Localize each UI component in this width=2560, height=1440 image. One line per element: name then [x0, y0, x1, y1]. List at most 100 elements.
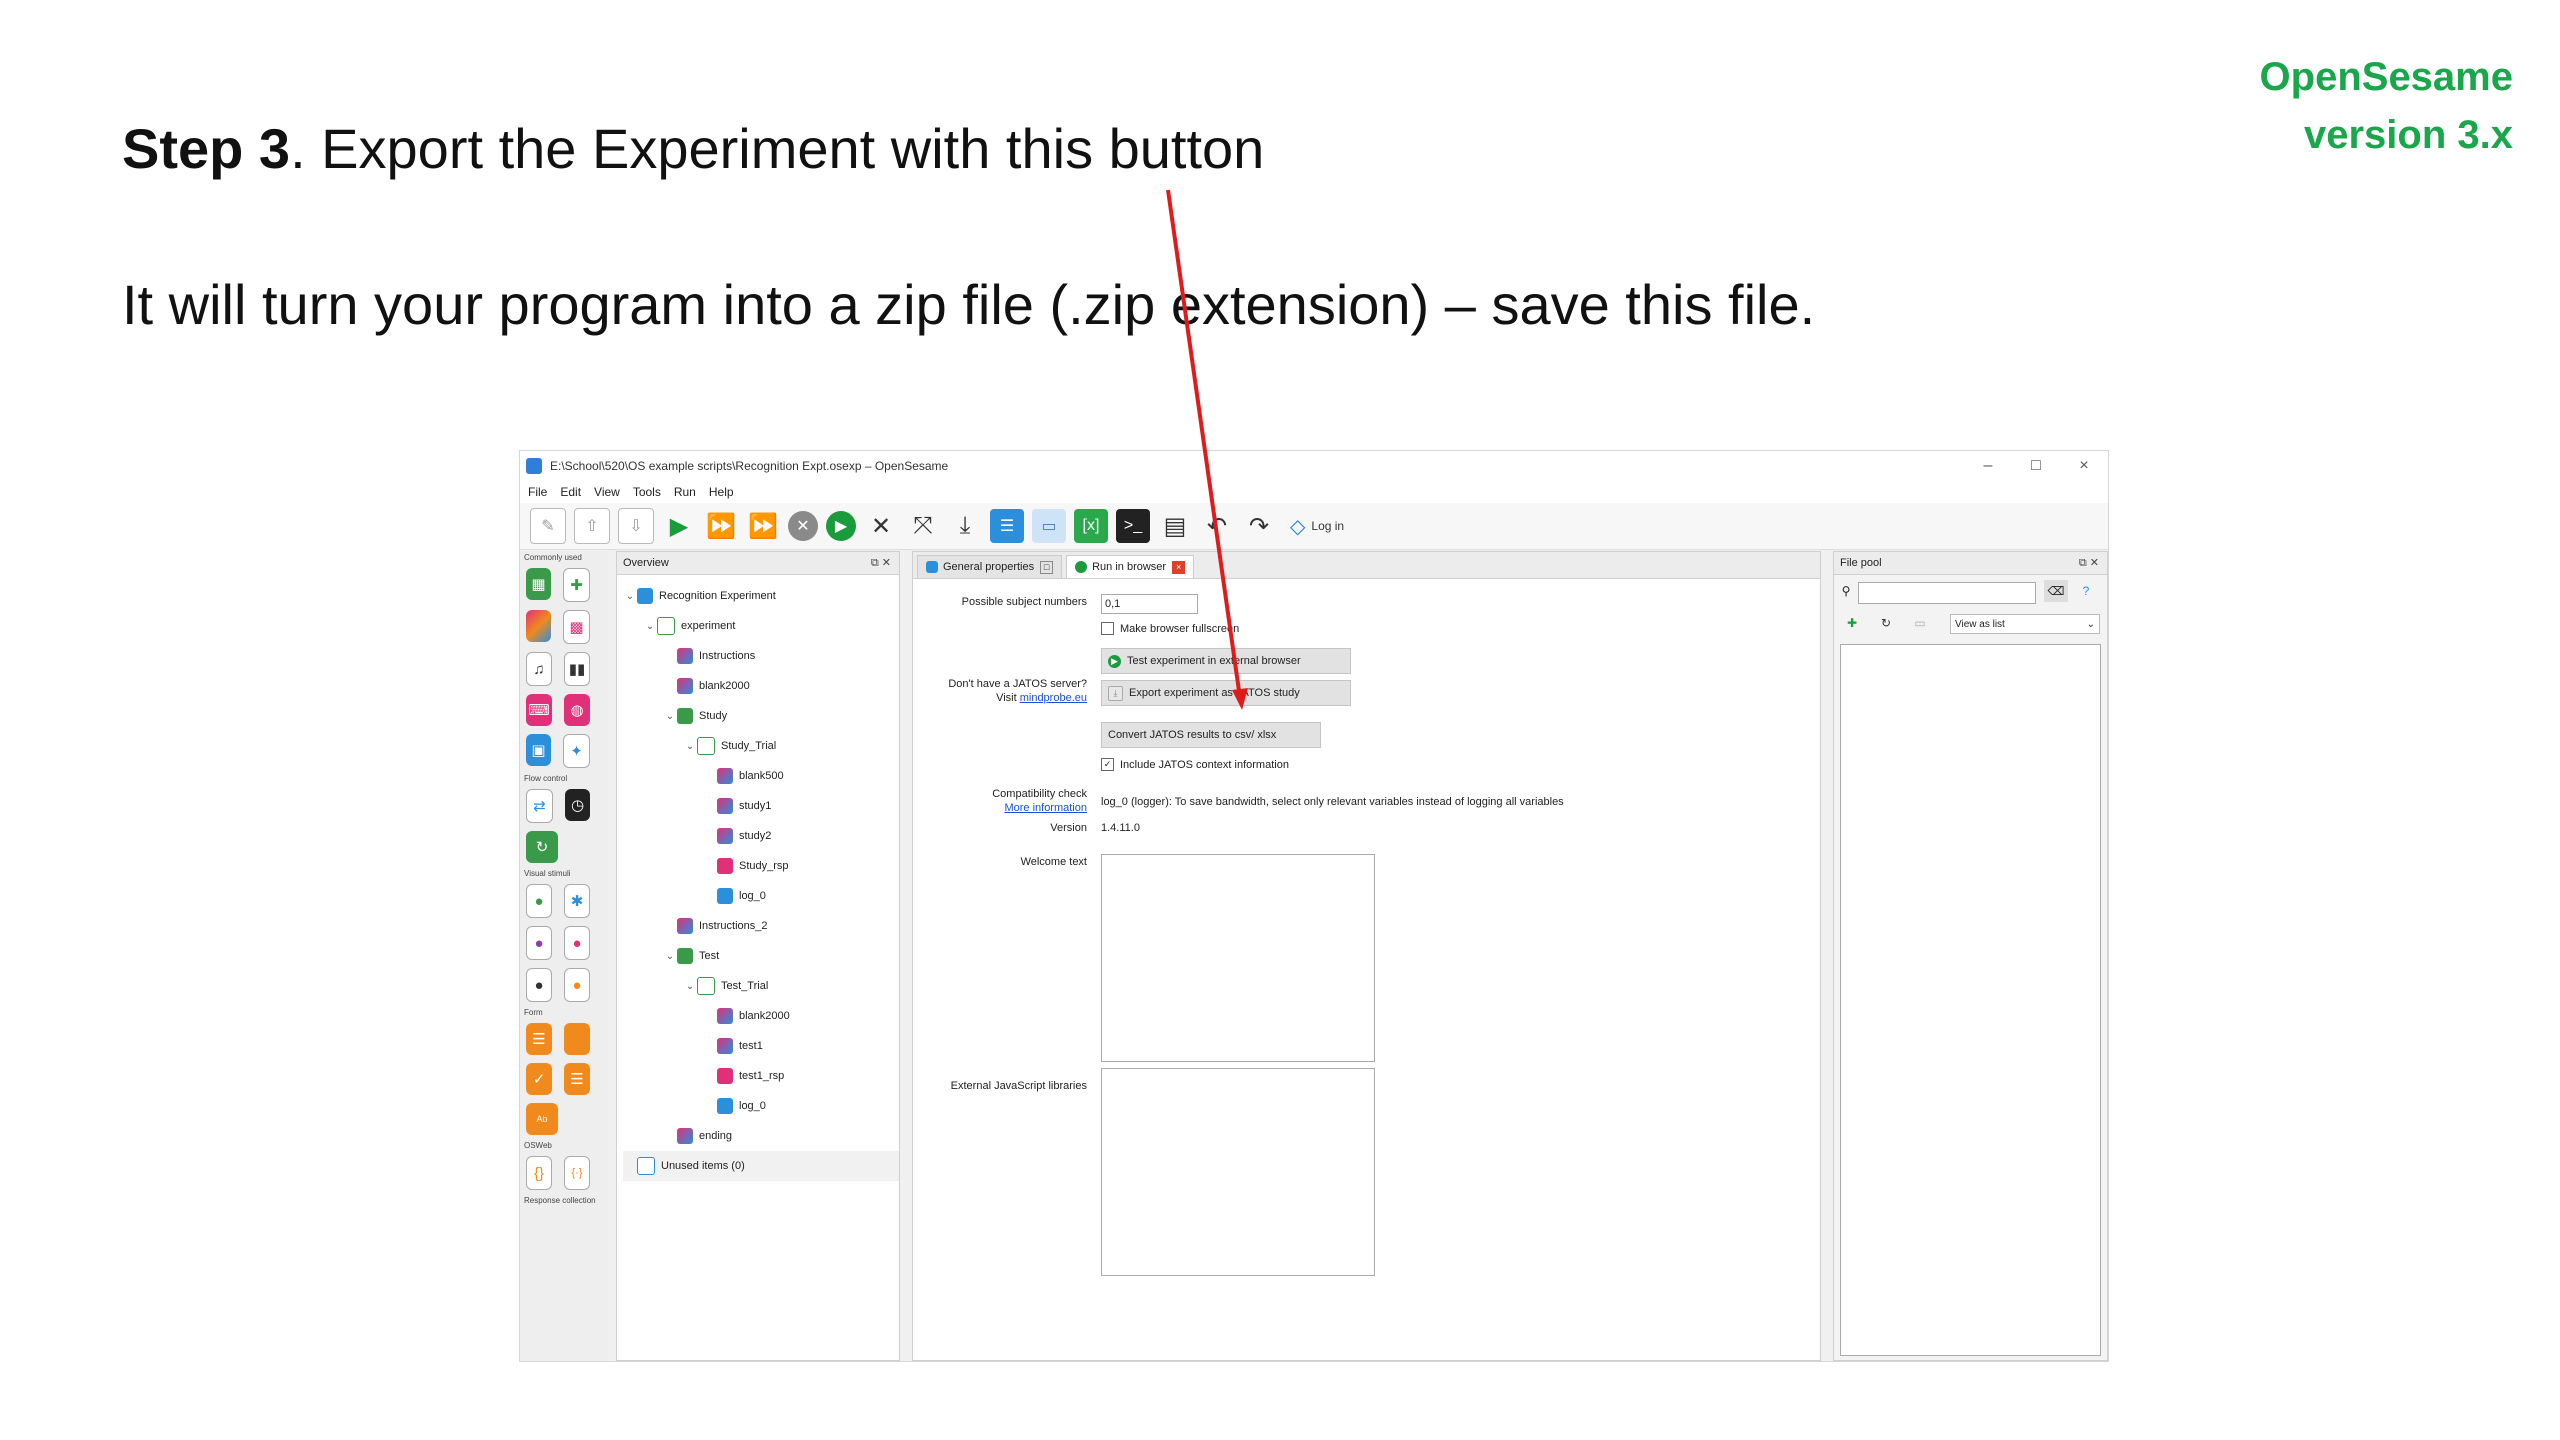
debug-icon[interactable]: ▤: [1158, 509, 1192, 543]
fullscreen-icon[interactable]: ⤧: [906, 509, 940, 543]
synth-icon[interactable]: ▮▮: [564, 652, 590, 686]
tree-item[interactable]: log_0: [623, 1091, 899, 1121]
loop-icon[interactable]: ▦: [526, 568, 551, 600]
stop-icon[interactable]: ✕: [788, 511, 818, 541]
dock-section-visual: Visual stimuli: [524, 869, 571, 878]
feedback-icon[interactable]: ▩: [563, 610, 590, 644]
tab-run-in-browser[interactable]: Run in browser ×: [1066, 555, 1195, 578]
pygaze-start-icon[interactable]: ●: [526, 926, 552, 960]
close-tab-icon[interactable]: □: [1040, 560, 1054, 574]
run-quick-icon[interactable]: ⏩: [746, 509, 780, 543]
minimize-button[interactable]: –: [1964, 451, 2012, 481]
pygaze-log-icon[interactable]: ●: [526, 968, 552, 1002]
form-consent-icon[interactable]: [564, 1023, 590, 1055]
pygaze-drift-icon[interactable]: ✱: [564, 884, 590, 918]
menu-edit[interactable]: Edit: [560, 485, 581, 499]
tree-item[interactable]: log_0: [623, 881, 899, 911]
tree-item[interactable]: blank2000: [623, 1001, 899, 1031]
run-icon[interactable]: ▶: [662, 509, 696, 543]
panel-controls-icon[interactable]: ⧉ ✕: [871, 556, 899, 570]
subject-numbers-input[interactable]: 0,1: [1101, 594, 1198, 614]
tree-item[interactable]: Unused items (0): [623, 1151, 899, 1181]
tree-item[interactable]: Instructions_2: [623, 911, 899, 941]
menu-tools[interactable]: Tools: [633, 485, 661, 499]
folder-icon[interactable]: ▭: [1032, 509, 1066, 543]
include-jatos-checkbox[interactable]: ✓ Include JATOS context information: [1101, 758, 1289, 771]
tree-item[interactable]: ⌄ experiment: [623, 611, 899, 641]
open-icon[interactable]: ⇧: [574, 508, 610, 544]
coroutines-icon[interactable]: ⇄: [526, 789, 553, 823]
sampler-icon[interactable]: ♫: [526, 652, 552, 686]
form-text-display-icon[interactable]: ☰: [564, 1063, 590, 1095]
sketchpad-icon[interactable]: [526, 610, 551, 642]
tree-item[interactable]: Study_rsp: [623, 851, 899, 881]
tree-item[interactable]: Instructions: [623, 641, 899, 671]
more-info-link[interactable]: More information: [913, 802, 1087, 814]
welcome-text-area[interactable]: [1101, 854, 1375, 1062]
tree-item[interactable]: ending: [623, 1121, 899, 1151]
file-pool-search-input[interactable]: [1858, 582, 2036, 604]
pygaze-stop-icon[interactable]: ●: [564, 926, 590, 960]
add-file-icon[interactable]: ✚: [1840, 612, 1864, 634]
variables-icon[interactable]: [x]: [1074, 509, 1108, 543]
console-icon[interactable]: >_: [1116, 509, 1150, 543]
export-jatos-button[interactable]: ⤓ Export experiment as JATOS study: [1101, 680, 1351, 706]
tree-item[interactable]: study1: [623, 791, 899, 821]
pygaze-init-icon[interactable]: ●: [526, 884, 552, 918]
close-all-icon[interactable]: ✕: [864, 509, 898, 543]
tree-item[interactable]: blank2000: [623, 671, 899, 701]
clock-icon[interactable]: ◷: [565, 789, 590, 821]
tree-item[interactable]: test1_rsp: [623, 1061, 899, 1091]
save-icon[interactable]: ⇩: [618, 508, 654, 544]
view-as-select[interactable]: View as list ⌄: [1950, 614, 2100, 634]
overview-icon[interactable]: ☰: [990, 509, 1024, 543]
tree-item[interactable]: ⌄ Study: [623, 701, 899, 731]
logger-icon[interactable]: ▣: [526, 734, 551, 766]
convert-results-button[interactable]: Convert JATOS results to csv/ xlsx: [1101, 722, 1321, 748]
redo-icon[interactable]: ↷: [1242, 509, 1276, 543]
keyboard-response-icon[interactable]: ⌨: [526, 694, 552, 726]
tree-item[interactable]: blank500: [623, 761, 899, 791]
maximize-button[interactable]: □: [2012, 451, 2060, 481]
form-multiple-choice-icon[interactable]: ✓: [526, 1063, 552, 1095]
tree-item[interactable]: ⌄ Recognition Experiment: [623, 581, 899, 611]
panel-controls-icon[interactable]: ⧉ ✕: [2079, 556, 2107, 570]
file-list[interactable]: [1840, 644, 2101, 1356]
external-js-area[interactable]: [1101, 1068, 1375, 1276]
menu-view[interactable]: View: [594, 485, 620, 499]
inline-script-icon[interactable]: ✦: [563, 734, 590, 768]
mouse-response-icon[interactable]: ◍: [564, 694, 590, 726]
repeat-cycle-icon[interactable]: ↻: [526, 831, 558, 863]
tree-item[interactable]: ⌄ Study_Trial: [623, 731, 899, 761]
tree-item[interactable]: ⌄ Test: [623, 941, 899, 971]
resume-icon[interactable]: ▶: [826, 511, 856, 541]
pygaze-wait-icon[interactable]: ●: [564, 968, 590, 1002]
fullscreen-checkbox[interactable]: Make browser fullscreen: [1101, 622, 1239, 635]
mindprobe-link[interactable]: mindprobe.eu: [1020, 692, 1087, 704]
refresh-icon[interactable]: ↻: [1874, 612, 1898, 634]
folder-icon[interactable]: ▭: [1908, 612, 1932, 634]
sequence-icon[interactable]: ✚: [563, 568, 590, 602]
new-file-icon[interactable]: ✎: [530, 508, 566, 544]
export-icon[interactable]: ⤓: [948, 509, 982, 543]
login-button[interactable]: ◇ Log in: [1290, 514, 1344, 539]
menu-run[interactable]: Run: [674, 485, 696, 499]
clear-search-icon[interactable]: ⌫: [2044, 580, 2068, 602]
tree-item[interactable]: test1: [623, 1031, 899, 1061]
form-text-input-icon[interactable]: Ab: [526, 1103, 558, 1135]
inline-html-icon[interactable]: {·}: [564, 1156, 590, 1190]
dock-section-common: Commonly used: [524, 553, 582, 562]
help-icon[interactable]: ?: [2074, 580, 2098, 602]
inline-javascript-icon[interactable]: {}: [526, 1156, 552, 1190]
menu-help[interactable]: Help: [709, 485, 734, 499]
menu-file[interactable]: File: [528, 485, 547, 499]
tree-item[interactable]: study2: [623, 821, 899, 851]
run-fast-icon[interactable]: ⏩: [704, 509, 738, 543]
tree-item[interactable]: ⌄ Test_Trial: [623, 971, 899, 1001]
close-window-button[interactable]: ×: [2060, 451, 2108, 481]
test-external-browser-button[interactable]: ▶ Test experiment in external browser: [1101, 648, 1351, 674]
form-base-icon[interactable]: ☰: [526, 1023, 552, 1055]
close-tab-icon[interactable]: ×: [1172, 560, 1186, 574]
tab-general-properties[interactable]: General properties □: [917, 555, 1063, 578]
undo-icon[interactable]: ↶: [1200, 509, 1234, 543]
